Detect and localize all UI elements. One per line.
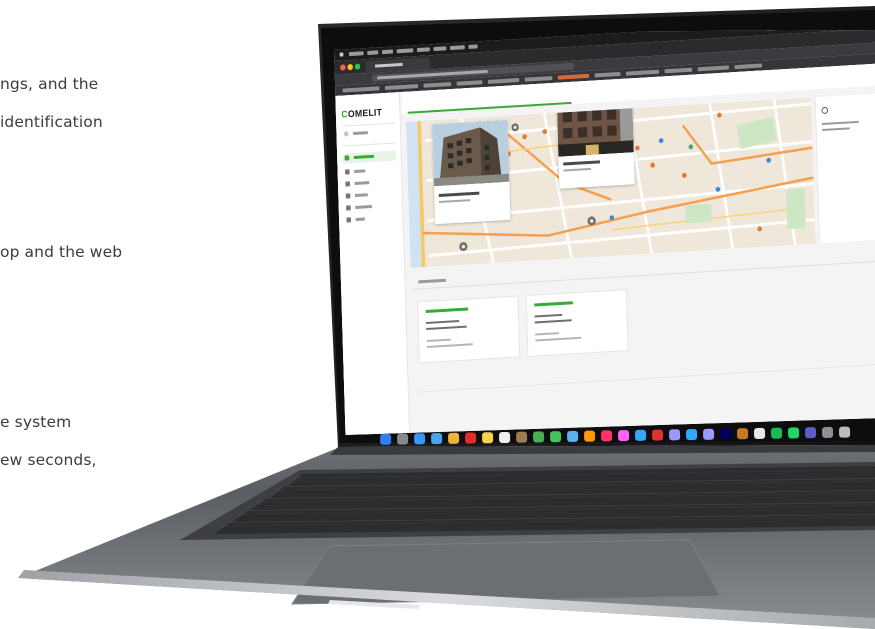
bookmark-item[interactable]: [697, 65, 730, 72]
site-popup-card[interactable]: [556, 102, 635, 189]
browser-tab-title: [374, 62, 403, 68]
bookmark-item[interactable]: [524, 76, 553, 82]
building-address: [426, 325, 467, 330]
bookmark-item[interactable]: [487, 78, 520, 84]
location-pin-icon: [821, 106, 829, 115]
sidebar-item-label: [355, 205, 372, 210]
bookmark-item[interactable]: [594, 71, 621, 78]
laptop-mockup: COMELIT: [0, 0, 875, 629]
photoshop-icon[interactable]: [685, 428, 698, 441]
sidebar-item-label: [354, 169, 366, 174]
dashboard-icon: [344, 155, 350, 161]
preview-icon[interactable]: [567, 430, 579, 442]
building-meta: [426, 343, 473, 348]
sidebar-item-label: [354, 193, 368, 198]
user-profile-label: [353, 131, 368, 136]
building-name: [425, 307, 469, 313]
gear-icon: [346, 205, 351, 211]
notes-icon[interactable]: [482, 432, 494, 444]
list-icon: [346, 217, 352, 223]
sidebar-item-label: [354, 181, 370, 186]
building-meta: [535, 336, 582, 342]
browser-window: COMELIT: [334, 30, 875, 435]
sidebar-item-dashboard[interactable]: [342, 150, 397, 164]
trash-icon[interactable]: [838, 426, 851, 438]
site-popup-card[interactable]: [432, 119, 511, 225]
site-info-panel: [814, 92, 875, 244]
contacts-icon[interactable]: [516, 431, 528, 443]
laptop-screen: COMELIT: [330, 30, 875, 435]
launchpad-icon[interactable]: [397, 433, 409, 445]
whatsapp-icon[interactable]: [787, 427, 800, 439]
sidebar-item-users[interactable]: [344, 188, 398, 201]
teams-icon[interactable]: [804, 427, 817, 439]
site-card-title: [438, 191, 480, 198]
bookmark-item[interactable]: [557, 73, 590, 80]
bookmark-item[interactable]: [734, 63, 763, 70]
bookmark-item[interactable]: [456, 80, 483, 86]
main-content: [401, 61, 875, 435]
close-window-icon[interactable]: [339, 64, 346, 71]
user-avatar-icon: [343, 131, 349, 137]
zoom-window-icon[interactable]: [354, 63, 361, 70]
spotify-icon[interactable]: [770, 427, 783, 439]
active-tab-underline: [407, 101, 572, 114]
sidebar-item-settings[interactable]: [344, 200, 398, 213]
site-card-title: [563, 160, 601, 166]
maps-icon[interactable]: [533, 431, 545, 443]
calendar-icon[interactable]: [499, 431, 511, 444]
building-card[interactable]: [417, 295, 521, 364]
key-icon: [345, 181, 351, 187]
building-icon: [344, 169, 350, 175]
chrome-icon[interactable]: [753, 427, 766, 440]
photos-icon[interactable]: [448, 432, 460, 444]
xd-icon[interactable]: [618, 430, 630, 442]
minimize-window-icon[interactable]: [347, 63, 354, 71]
section-title: [418, 278, 447, 284]
building-name: [534, 301, 573, 307]
acrobat-icon[interactable]: [651, 429, 664, 441]
bookmark-item[interactable]: [384, 84, 419, 91]
mail-icon[interactable]: [431, 432, 443, 445]
safari-icon[interactable]: [414, 433, 426, 445]
sidebar-item-sites[interactable]: [343, 164, 397, 177]
aftereffects-icon[interactable]: [668, 429, 681, 441]
bookmark-item[interactable]: [342, 86, 380, 93]
illustrator-icon[interactable]: [584, 430, 596, 442]
comelit-web-app: COMELIT: [335, 61, 875, 435]
finder-icon[interactable]: [380, 433, 392, 445]
bridge-icon[interactable]: [736, 428, 749, 440]
messages-icon[interactable]: [550, 431, 562, 443]
comelit-logo: COMELIT: [341, 107, 383, 121]
building-address: [426, 320, 460, 324]
bookmark-item[interactable]: [625, 69, 660, 76]
site-card-subtitle: [438, 199, 471, 204]
indesign-icon[interactable]: [601, 430, 613, 442]
sidebar: COMELIT: [335, 92, 411, 435]
building-address: [534, 313, 563, 318]
sidebar-item-label: [353, 154, 375, 160]
bookmark-item[interactable]: [664, 67, 693, 74]
sidebar-item-label: [355, 217, 365, 222]
site-card-subtitle: [563, 167, 592, 172]
sidebar-item-logs[interactable]: [345, 212, 399, 225]
sidebar-item-access[interactable]: [343, 176, 397, 189]
building-card[interactable]: [525, 288, 629, 357]
building-address: [534, 319, 572, 324]
building-status: [535, 332, 560, 336]
building-photo: [432, 119, 510, 187]
premiere-icon[interactable]: [702, 428, 715, 440]
users-icon: [345, 193, 351, 199]
settings-icon[interactable]: [821, 426, 834, 438]
building-photo: [556, 102, 634, 157]
sites-map[interactable]: [406, 97, 816, 268]
building-status: [426, 338, 451, 342]
animate-icon[interactable]: [719, 428, 732, 440]
bookmark-item[interactable]: [423, 82, 452, 88]
opera-icon[interactable]: [465, 432, 477, 444]
user-profile-item[interactable]: [342, 126, 396, 139]
lightroom-icon[interactable]: [634, 429, 647, 441]
